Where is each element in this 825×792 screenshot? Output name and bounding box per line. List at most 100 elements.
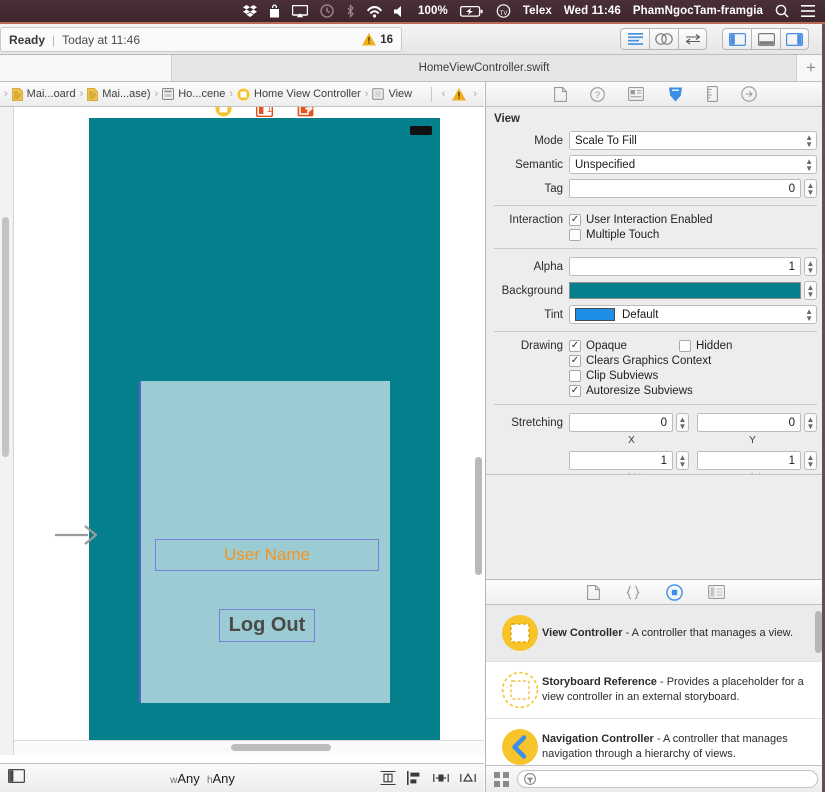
timemachine-icon[interactable] xyxy=(314,0,340,22)
dropbox-icon[interactable] xyxy=(237,0,263,22)
alpha-stepper[interactable]: ▲ ▼ xyxy=(804,257,817,276)
lock-icon[interactable] xyxy=(263,0,286,22)
stretching-width-input[interactable]: 1 xyxy=(569,451,673,470)
mode-label: Mode xyxy=(534,134,563,147)
align-icon[interactable] xyxy=(407,771,422,785)
background-color-well[interactable] xyxy=(569,282,801,299)
input-source-label[interactable]: Telex xyxy=(517,0,558,22)
tag-stepper[interactable]: ▲ ▼ xyxy=(804,179,817,198)
add-tab-button[interactable]: + xyxy=(797,55,825,81)
identity-inspector-icon[interactable] xyxy=(628,87,644,101)
hidden-checkbox[interactable] xyxy=(678,340,691,352)
media-library-icon[interactable] xyxy=(707,585,725,599)
clears-graphics-context-checkbox[interactable] xyxy=(569,355,581,367)
connections-inspector-icon[interactable] xyxy=(741,86,757,102)
navigator-toggle-button[interactable] xyxy=(722,28,751,50)
device-canvas-view[interactable]: User Name Log Out xyxy=(89,118,440,753)
interaction-row: Interaction User Interaction Enabled xyxy=(486,214,825,226)
next-issue-button[interactable]: › xyxy=(470,88,480,100)
inspector-empty-area xyxy=(486,475,825,579)
stretching-y-stepper[interactable]: ▲ ▼ xyxy=(804,413,817,432)
debug-toggle-button[interactable] xyxy=(751,28,780,50)
canvas-scrollbar-vertical[interactable] xyxy=(475,457,482,575)
clip-subviews-row: Clip Subviews xyxy=(486,370,825,382)
stretching-xy-row: Stretching 0 ▲ ▼ 0 ▲ ▼ xyxy=(486,413,825,432)
background-popup-arrows[interactable]: ▲ ▼ xyxy=(804,281,817,300)
file-inspector-icon[interactable] xyxy=(554,86,567,102)
stretching-y-input[interactable]: 0 xyxy=(697,413,801,432)
clock[interactable]: Wed 11:46 xyxy=(558,0,627,22)
object-library-icon[interactable] xyxy=(665,583,683,601)
inner-container-view[interactable]: User Name Log Out xyxy=(139,381,390,703)
view-controller-icon xyxy=(237,88,250,100)
notification-center-icon[interactable] xyxy=(795,0,821,22)
breadcrumb-item-0[interactable]: Mai...oard xyxy=(11,87,77,101)
grid-view-icon[interactable] xyxy=(494,771,509,787)
assistant-editor-button[interactable] xyxy=(649,28,678,50)
tint-popup-button[interactable]: Default ▲ ▼ xyxy=(569,305,817,324)
tag-input[interactable]: 0 xyxy=(569,179,801,198)
wifi-icon[interactable] xyxy=(361,0,388,22)
previous-issue-button[interactable]: ‹ xyxy=(439,88,449,100)
stretching-x-input[interactable]: 0 xyxy=(569,413,673,432)
bluetooth-icon[interactable] xyxy=(340,0,361,22)
mode-value: Scale To Fill xyxy=(575,134,637,147)
document-outline-toggle-button[interactable] xyxy=(7,768,26,788)
mode-popup-button[interactable]: Scale To Fill ▲ ▼ xyxy=(569,131,817,150)
stretching-height-sublabel: Height xyxy=(696,473,809,474)
opaque-checkbox[interactable] xyxy=(569,340,581,352)
code-snippet-library-icon[interactable] xyxy=(625,585,641,600)
autoresize-subviews-checkbox[interactable] xyxy=(569,385,581,397)
stretching-height-stepper[interactable]: ▲ ▼ xyxy=(804,451,817,470)
user-name-label[interactable]: User Name xyxy=(155,539,379,571)
pin-icon[interactable] xyxy=(433,771,449,785)
stretching-width-stepper[interactable]: ▲ ▼ xyxy=(676,451,689,470)
tab-homeviewcontroller[interactable]: HomeViewController.swift xyxy=(172,55,797,81)
user-interaction-checkbox[interactable] xyxy=(569,214,581,226)
log-out-button[interactable]: Log Out xyxy=(219,609,315,642)
breadcrumb-item-2[interactable]: Ho...cene xyxy=(161,88,226,100)
version-editor-button[interactable] xyxy=(678,28,707,50)
semantic-value: Unspecified xyxy=(575,158,636,171)
battery-icon[interactable] xyxy=(454,0,490,22)
volume-icon[interactable] xyxy=(388,0,412,22)
chevron-3: › xyxy=(229,88,233,100)
stretching-x-stepper[interactable]: ▲ ▼ xyxy=(676,413,689,432)
semantic-popup-button[interactable]: Unspecified ▲ ▼ xyxy=(569,155,817,174)
breadcrumb-item-3[interactable]: Home View Controller xyxy=(236,88,362,101)
attributes-inspector-icon[interactable] xyxy=(667,86,684,103)
library-item-view-controller[interactable]: View Controller - A controller that mana… xyxy=(486,605,825,662)
quick-help-inspector-icon[interactable]: ? xyxy=(590,86,605,102)
library-scrollbar[interactable] xyxy=(815,611,822,653)
update-frames-icon[interactable] xyxy=(380,771,396,785)
size-class-indicator[interactable]: wAny hAny xyxy=(170,771,235,786)
file-template-library-icon[interactable] xyxy=(586,584,600,600)
canvas-scrollbar-horizontal[interactable] xyxy=(231,744,331,751)
tint-row: Tint Default ▲ ▼ xyxy=(486,305,825,324)
search-icon[interactable] xyxy=(769,0,795,22)
utilities-toggle-button[interactable] xyxy=(780,28,809,50)
input-source-icon[interactable]: TV xyxy=(490,0,517,22)
breadcrumb-item-4[interactable]: View xyxy=(371,88,413,100)
resolve-issues-icon[interactable] xyxy=(460,771,476,785)
autoresize-subviews-row: Autoresize Subviews xyxy=(486,385,825,397)
airplay-icon[interactable] xyxy=(286,0,314,22)
interface-builder-canvas[interactable]: 1 User Name Log Out xyxy=(0,107,484,755)
issue-counts[interactable]: 16 xyxy=(362,33,393,46)
library-item-navigation-controller[interactable]: Navigation Controller - A controller tha… xyxy=(486,719,825,769)
size-inspector-icon[interactable] xyxy=(707,86,718,102)
object-library-list[interactable]: View Controller - A controller that mana… xyxy=(486,605,825,769)
canvas-scrollbar-left[interactable] xyxy=(2,217,9,457)
chevron-0: › xyxy=(4,88,8,100)
clip-subviews-checkbox[interactable] xyxy=(569,370,581,382)
library-filter-field[interactable] xyxy=(517,770,818,788)
breadcrumb-item-1[interactable]: Mai...ase) xyxy=(86,87,151,101)
tint-color-well[interactable] xyxy=(575,308,615,321)
constraint-drag-arrow xyxy=(55,525,97,545)
stretching-height-input[interactable]: 1 xyxy=(697,451,801,470)
standard-editor-button[interactable] xyxy=(620,28,649,50)
user-menu[interactable]: PhamNgocTam-framgia xyxy=(627,0,769,22)
alpha-input[interactable]: 1 xyxy=(569,257,801,276)
multiple-touch-checkbox[interactable] xyxy=(569,229,581,241)
library-item-storyboard-reference[interactable]: Storyboard Reference - Provides a placeh… xyxy=(486,662,825,719)
